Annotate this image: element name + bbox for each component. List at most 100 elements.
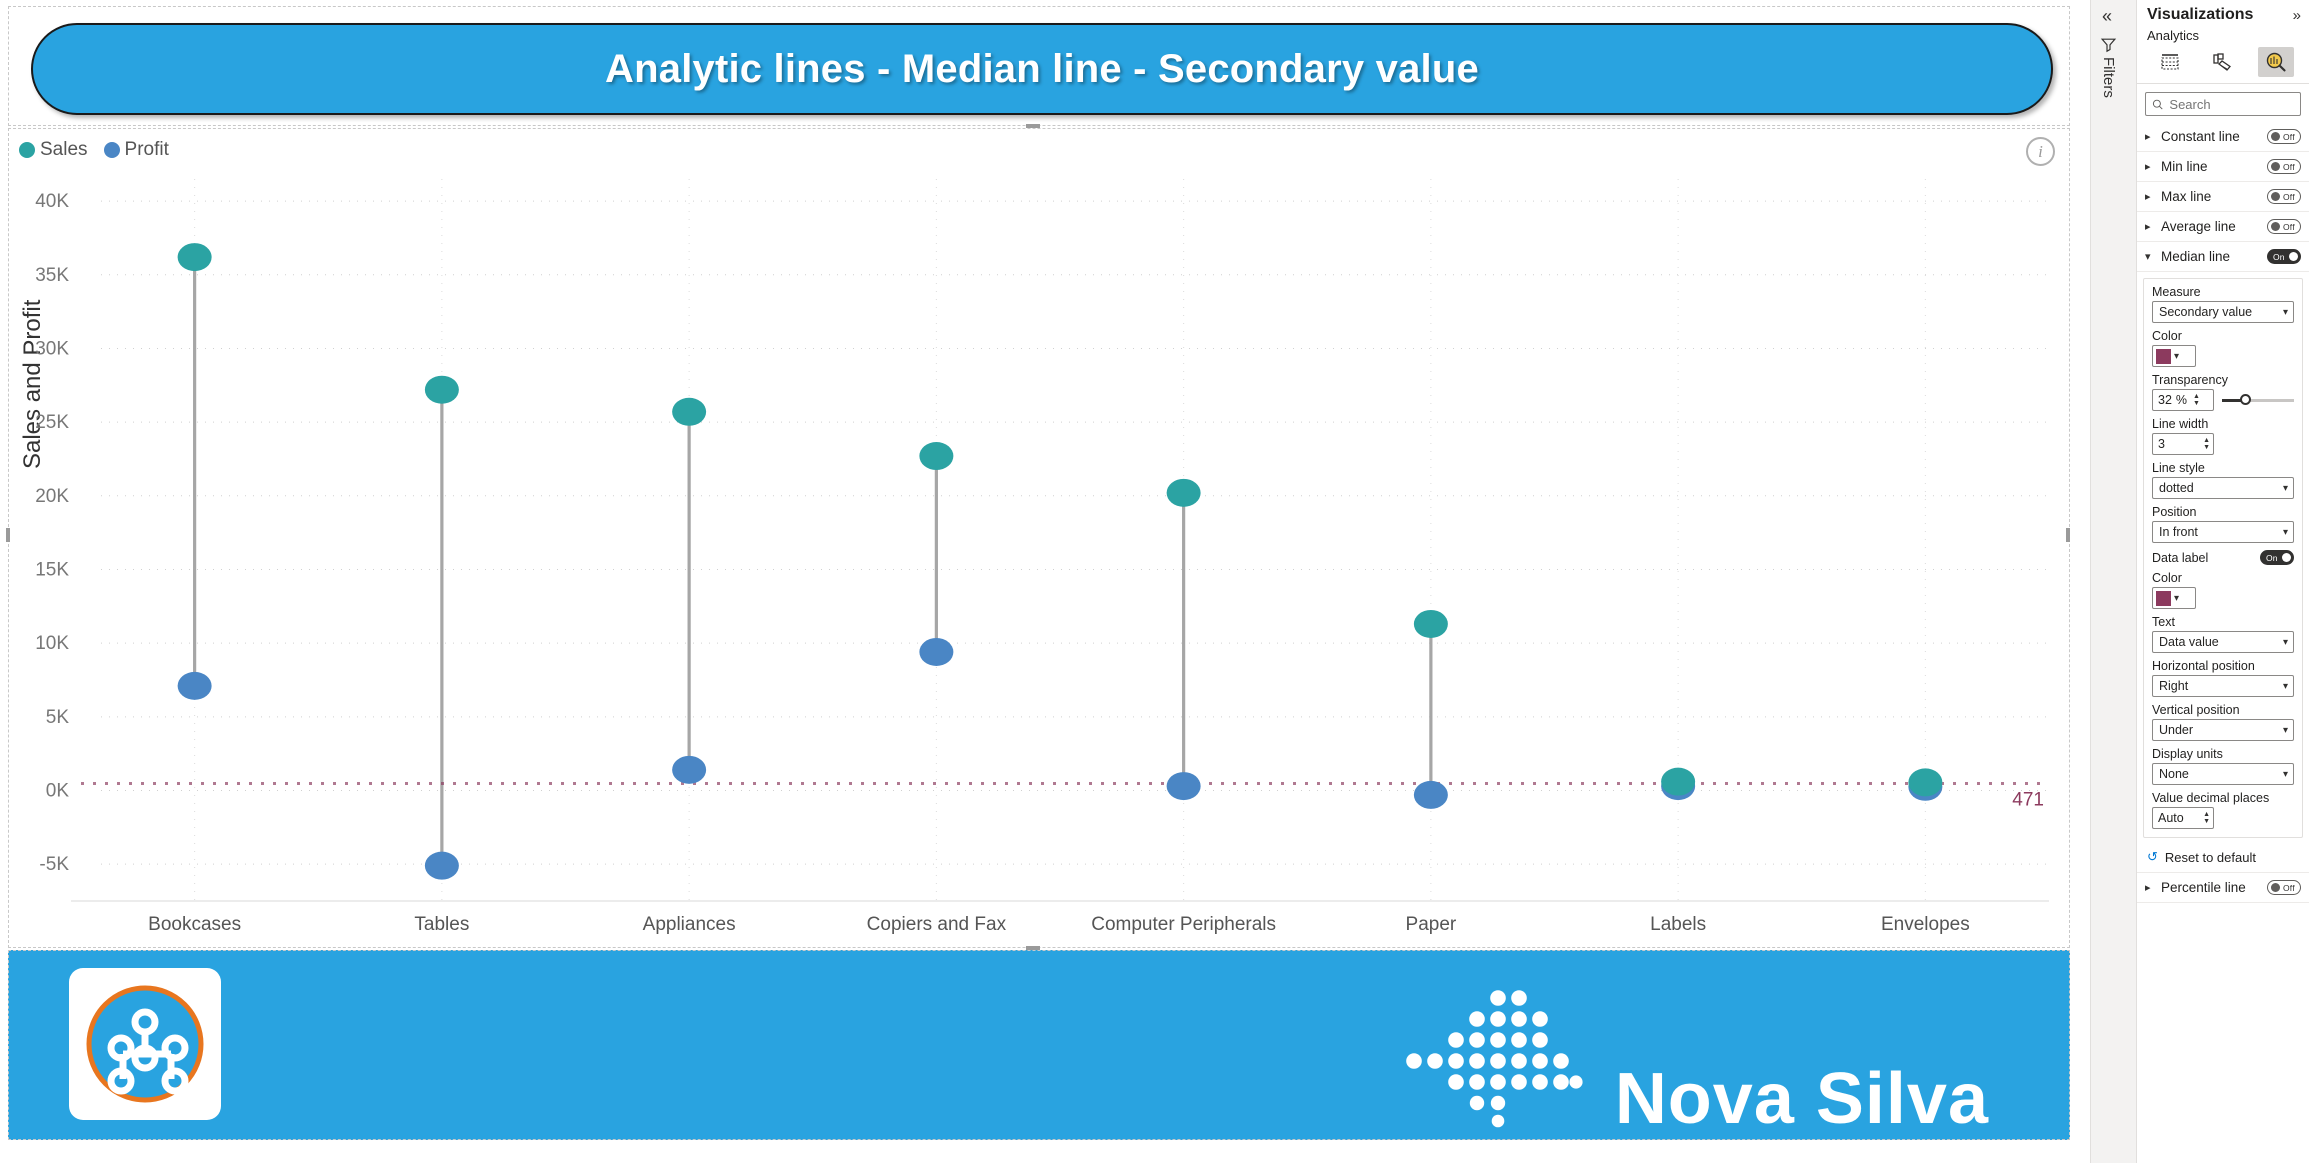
reset-icon: ↺ <box>2147 849 2158 864</box>
section-header-percentile-line[interactable]: ▸ Percentile line Off <box>2137 873 2309 903</box>
format-tab[interactable] <box>2205 47 2241 77</box>
nova-silva-dots-arrow-icon <box>1406 990 1583 1128</box>
toggle-median-line[interactable]: On <box>2267 249 2301 264</box>
toggle-constant-line[interactable]: Off <box>2267 129 2301 144</box>
position-select[interactable]: In front ▾ <box>2152 521 2294 543</box>
analytics-tab[interactable] <box>2258 47 2295 77</box>
line-width-stepper[interactable]: 3 ▲ ▼ <box>2152 433 2214 455</box>
display-units-label: Display units <box>2152 747 2223 761</box>
display-units-select[interactable]: None ▾ <box>2152 763 2294 785</box>
vertical-position-select-value: Under <box>2159 723 2194 737</box>
transparency-slider[interactable] <box>2222 393 2294 407</box>
toggle-max-line[interactable]: Off <box>2267 189 2301 204</box>
section-header-average-line[interactable]: ▸ Average line Off <box>2137 212 2309 242</box>
section-header-min-line[interactable]: ▸ Min line Off <box>2137 152 2309 182</box>
label-color-picker[interactable]: ▾ <box>2152 587 2196 609</box>
title-visual-container[interactable]: Analytic lines - Median line - Secondary… <box>8 6 2070 126</box>
stepper-arrows[interactable]: ▲ ▼ <box>2203 437 2210 451</box>
filters-tab[interactable]: Filters <box>2100 36 2117 98</box>
chevron-down-icon: ▾ <box>2282 768 2288 780</box>
section-header-constant-line[interactable]: ▸ Constant line Off <box>2137 122 2309 152</box>
section-label: Percentile line <box>2161 880 2246 895</box>
median-line-label: 471 <box>2012 790 2044 811</box>
chevron-down-icon: ▾ <box>2282 680 2288 692</box>
plot-area: Sales and Profit 40K 35K 30K 25K 20K 15K 10K 5K… <box>9 169 2069 947</box>
horizontal-position-select-value: Right <box>2159 679 2189 693</box>
measure-select[interactable]: Secondary value ▾ <box>2152 301 2294 323</box>
chart-legend: Sales Profit <box>19 139 169 161</box>
search-icon <box>2152 99 2163 109</box>
median-line-settings-card: Measure Secondary value ▾ Color ▾ Transparenc… <box>2143 278 2303 838</box>
svg-text:40K: 40K <box>35 191 69 212</box>
y-axis-ticks: 40K 35K 30K 25K 20K 15K 10K 5K 0K -5K <box>35 191 69 875</box>
svg-text:30K: 30K <box>35 338 69 359</box>
measure-select-value: Secondary value <box>2159 305 2253 319</box>
section-label: Constant line <box>2161 129 2240 144</box>
svg-text:Copiers and Fax: Copiers and Fax <box>867 914 1007 935</box>
chevron-down-icon: ▾ <box>2282 724 2288 736</box>
section-label: Max line <box>2161 189 2212 204</box>
legend-label-sales: Sales <box>40 139 88 160</box>
footer-visual-container[interactable]: Nova Silva <box>8 950 2070 1140</box>
svg-text:471: 471 <box>2012 790 2044 811</box>
stepper-arrows[interactable]: ▲ ▼ <box>2193 393 2200 407</box>
label-color-label: Color <box>2152 571 2182 585</box>
section-header-median-line[interactable]: ▾ Median line On <box>2137 242 2309 272</box>
fields-tab[interactable] <box>2152 47 2188 77</box>
text-select[interactable]: Data value ▾ <box>2152 631 2294 653</box>
svg-text:35K: 35K <box>35 265 69 286</box>
line-style-select[interactable]: dotted ▾ <box>2152 477 2294 499</box>
page-title: Analytic lines - Median line - Secondary… <box>605 46 1479 91</box>
chevron-right-icon: ▸ <box>2145 161 2151 173</box>
reset-to-default-label: Reset to default <box>2164 849 2256 865</box>
chevron-right-icon: ▸ <box>2145 221 2151 233</box>
pane-title: Visualizations <box>2147 6 2254 23</box>
section-header-max-line[interactable]: ▸ Max line Off <box>2137 182 2309 212</box>
line-color-picker[interactable]: ▾ <box>2152 345 2196 367</box>
toggle-min-line[interactable]: Off <box>2267 159 2301 174</box>
horizontal-position-select[interactable]: Right ▾ <box>2152 675 2294 697</box>
value-decimal-places-stepper[interactable]: Auto ▲ ▼ <box>2152 807 2214 829</box>
legend-item-sales[interactable]: Sales <box>19 139 88 161</box>
info-icon[interactable]: i <box>2026 137 2055 166</box>
chart-visual-container[interactable]: Sales Profit i Sales and Profit 40K 35K 30… <box>8 128 2070 948</box>
section-label: Min line <box>2161 159 2208 174</box>
chevron-double-right-icon[interactable]: » <box>2293 7 2301 24</box>
vertical-position-select[interactable]: Under ▾ <box>2152 719 2294 741</box>
chevron-down-icon: ▾ <box>2282 636 2288 648</box>
brand-name: Nova Silva <box>1614 1058 1989 1139</box>
svg-text:Paper: Paper <box>1406 914 1457 935</box>
toggle-average-line[interactable]: Off <box>2267 219 2301 234</box>
visualizations-pane: Visualizations » Analytics Search ▸ Cons… <box>2136 0 2309 1163</box>
text-label: Text <box>2152 615 2175 629</box>
toggle-percentile-line[interactable]: Off <box>2267 880 2301 895</box>
right-rail: « Filters <box>2090 0 2136 1163</box>
chevron-right-icon: ▸ <box>2145 131 2151 143</box>
svg-text:10K: 10K <box>35 633 69 654</box>
table-fields-icon <box>2161 54 2179 70</box>
legend-item-profit[interactable]: Profit <box>103 139 169 161</box>
network-nodes-logo-icon <box>86 985 204 1103</box>
resize-handle-chart-right[interactable] <box>2066 528 2070 542</box>
title-banner: Analytic lines - Median line - Secondary… <box>31 23 2053 115</box>
analytics-section-label: Analytics <box>2147 28 2200 43</box>
reset-to-default-button[interactable]: ↺ Reset to default <box>2137 842 2309 873</box>
toggle-data-label[interactable]: On <box>2260 550 2294 565</box>
resize-handle-chart-left[interactable] <box>6 528 10 542</box>
chevron-double-left-icon[interactable]: « <box>2102 6 2112 27</box>
stepper-arrows[interactable]: ▲ ▼ <box>2203 811 2210 825</box>
svg-text:-5K: -5K <box>39 854 69 875</box>
legend-swatch-profit <box>103 142 120 158</box>
search-box[interactable] <box>2145 92 2301 116</box>
measure-label: Measure <box>2152 285 2201 299</box>
vertical-position-label: Vertical position <box>2152 703 2240 717</box>
transparency-stepper[interactable]: 32% ▲ ▼ <box>2152 389 2214 411</box>
search-input[interactable] <box>2169 96 2294 112</box>
value-decimal-places-label: Value decimal places <box>2152 791 2270 805</box>
label-color-picker-swatch <box>2156 590 2171 606</box>
gridlines <box>101 179 2049 901</box>
data-label-label: Data label <box>2152 550 2209 565</box>
transparency-row: 32% ▲ ▼ <box>2152 389 2294 411</box>
svg-text:Bookcases: Bookcases <box>148 914 241 935</box>
filters-label: Filters <box>2100 57 2117 98</box>
